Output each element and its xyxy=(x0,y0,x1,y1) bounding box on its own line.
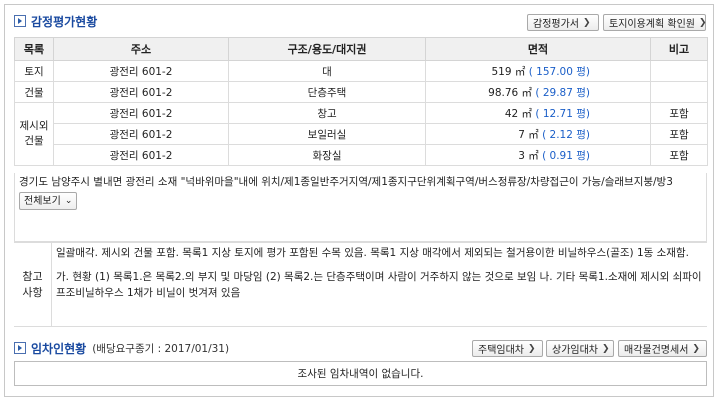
row-area: 98.76 ㎡ ( 29.87 평) xyxy=(425,81,651,103)
chevron-right-icon: ❯ xyxy=(692,343,700,354)
row-area: 3 ㎡ ( 0.91 평) xyxy=(425,144,651,166)
chevron-down-icon: ⌄ xyxy=(64,195,73,206)
table-header-row: 목록 주소 구조/용도/대지권 면적 비고 xyxy=(14,37,708,61)
row-note xyxy=(650,60,708,82)
row-note: 포함 xyxy=(650,144,708,166)
empty-message: 조사된 임차내역이 없습니다. xyxy=(297,368,424,380)
notes-label-text: 참고사항 xyxy=(22,269,43,299)
full-view-label: 전체보기 xyxy=(24,195,61,207)
notes-body: 일괄매각. 제시외 건물 포함. 목록1 지상 토지에 평가 포함된 수목 있음… xyxy=(52,243,707,326)
sale-statement-label: 매각물건명세서 xyxy=(624,345,689,356)
col-header-category: 목록 xyxy=(14,37,54,61)
area-sqm: 7 ㎡ xyxy=(518,128,539,141)
area-pyeong: ( 29.87 평) xyxy=(535,86,590,99)
area-sqm: 42 ㎡ xyxy=(504,107,533,120)
notes-row: 참고사항 일괄매각. 제시외 건물 포함. 목록1 지상 토지에 평가 포함된 … xyxy=(14,242,707,327)
note-paragraph: 가. 현황 (1) 목록1.은 목록2.의 부지 및 마당임 (2) 목록2.는… xyxy=(56,271,702,299)
appraisal-title: 감정평가현황 xyxy=(31,14,98,29)
chevron-right-icon: ❯ xyxy=(698,17,707,28)
row-category: 건물 xyxy=(14,81,54,103)
area-pyeong: ( 12.71 평) xyxy=(535,107,590,120)
area-pyeong: ( 157.00 평) xyxy=(528,65,590,78)
row-area: 42 ㎡ ( 12.71 평) xyxy=(425,102,651,124)
col-header-area: 면적 xyxy=(425,37,651,61)
row-address: 광전리 601-2 xyxy=(53,123,229,145)
area-pyeong: ( 2.12 평) xyxy=(542,128,590,141)
col-header-address: 주소 xyxy=(53,37,229,61)
appraisal-report-label: 감정평가서 xyxy=(533,19,579,30)
area-sqm: 3 ㎡ xyxy=(518,149,539,162)
col-header-note: 비고 xyxy=(650,37,708,61)
row-structure: 단층주택 xyxy=(228,81,426,103)
row-structure: 화장실 xyxy=(228,144,426,166)
bullet-square-icon xyxy=(14,15,26,27)
table-row: 토지 광전리 601-2 대 519 ㎡ ( 157.00 평) xyxy=(14,60,708,82)
row-area: 519 ㎡ ( 157.00 평) xyxy=(425,60,651,82)
full-view-button[interactable]: 전체보기 ⌄ xyxy=(19,192,78,210)
chevron-right-icon: ❯ xyxy=(602,343,610,354)
land-use-plan-label: 토지이용계획 확인원 xyxy=(609,19,695,30)
notes-label: 참고사항 xyxy=(14,243,52,326)
commercial-lease-button[interactable]: 상가임대차 ❯ xyxy=(546,340,614,357)
commercial-lease-label: 상가임대차 xyxy=(552,345,598,356)
row-note: 포함 xyxy=(650,102,708,124)
col-header-structure: 구조/용도/대지권 xyxy=(228,37,426,61)
row-category: 토지 xyxy=(14,60,54,82)
area-sqm: 98.76 ㎡ xyxy=(488,86,533,99)
row-area: 7 ㎡ ( 2.12 평) xyxy=(425,123,651,145)
row-note xyxy=(650,81,708,103)
row-structure: 창고 xyxy=(228,102,426,124)
row-category: 제시외 건물 xyxy=(14,102,54,166)
bullet-square-icon xyxy=(14,342,26,354)
land-use-plan-button[interactable]: 토지이용계획 확인원 ❯ xyxy=(603,14,707,31)
chevron-right-icon: ❯ xyxy=(528,343,536,354)
table-row: 광전리 601-2 보일러실 7 ㎡ ( 2.12 평) 포함 xyxy=(15,123,708,145)
appraisal-section-header: 감정평가현황 xyxy=(14,12,97,30)
description-box: 경기도 남양주시 별내면 광전리 소재 "넉바위마을"내에 위치/제1종일반주거… xyxy=(14,173,707,242)
chevron-right-icon: ❯ xyxy=(583,17,591,28)
table-row: 제시외 건물 광전리 601-2 창고 42 ㎡ ( 12.71 평) 포함 xyxy=(14,102,708,166)
tenant-section-header: 임차인현황 (배당요구종기 : 2017/01/31) xyxy=(14,339,229,357)
appraisal-report-button[interactable]: 감정평가서 ❯ xyxy=(527,14,599,31)
row-address: 광전리 601-2 xyxy=(53,102,229,124)
property-description: 경기도 남양주시 별내면 광전리 소재 "넉바위마을"내에 위치/제1종일반주거… xyxy=(19,176,673,188)
tenant-empty-box: 조사된 임차내역이 없습니다. xyxy=(14,361,707,386)
appraisal-table: 목록 주소 구조/용도/대지권 면적 비고 토지 광전리 601-2 대 519… xyxy=(14,37,708,166)
row-structure: 보일러실 xyxy=(228,123,426,145)
table-row: 광전리 601-2 화장실 3 ㎡ ( 0.91 평) 포함 xyxy=(15,144,708,166)
table-row: 건물 광전리 601-2 단층주택 98.76 ㎡ ( 29.87 평) xyxy=(14,81,708,103)
housing-lease-button[interactable]: 주택임대차 ❯ xyxy=(472,340,543,357)
row-address: 광전리 601-2 xyxy=(53,60,229,82)
housing-lease-label: 주택임대차 xyxy=(478,345,524,356)
row-address: 광전리 601-2 xyxy=(53,144,229,166)
tenant-title: 임차인현황 xyxy=(31,341,87,356)
row-structure: 대 xyxy=(228,60,426,82)
row-address: 광전리 601-2 xyxy=(53,81,229,103)
area-pyeong: ( 0.91 평) xyxy=(542,149,590,162)
sale-statement-button[interactable]: 매각물건명세서 ❯ xyxy=(618,340,707,357)
dividend-deadline: (배당요구종기 : 2017/01/31) xyxy=(92,342,230,355)
area-sqm: 519 ㎡ xyxy=(491,65,526,78)
note-paragraph: 일괄매각. 제시외 건물 포함. 목록1 지상 토지에 평가 포함된 수목 있음… xyxy=(56,247,689,259)
row-note: 포함 xyxy=(650,123,708,145)
